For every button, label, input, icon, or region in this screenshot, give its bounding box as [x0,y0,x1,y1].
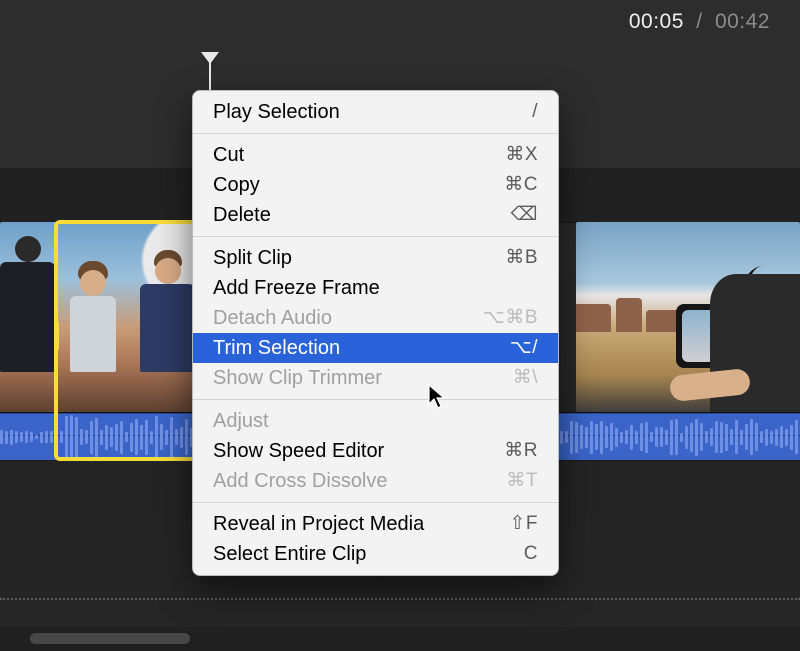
menu-item-shortcut: / [474,100,538,124]
menu-item-shortcut: ⌘X [474,143,538,167]
menu-separator [193,399,558,400]
menu-item-select-entire-clip[interactable]: Select Entire Clip C [193,539,558,569]
time-separator: / [690,10,708,33]
menu-item-adjust: Adjust [193,406,558,436]
menu-item-copy[interactable]: Copy ⌘C [193,170,558,200]
scrollbar-thumb[interactable] [30,633,190,644]
menu-item-add-cross-dissolve: Add Cross Dissolve ⌘T [193,466,558,496]
menu-item-label: Copy [213,173,260,197]
menu-item-label: Split Clip [213,246,292,270]
menu-item-shortcut: ⌘B [474,246,538,270]
timecode-readout: 00:05 / 00:42 [629,10,770,34]
menu-item-label: Select Entire Clip [213,542,366,566]
menu-item-shortcut: C [474,542,538,566]
menu-item-label: Cut [213,143,244,167]
menu-item-label: Play Selection [213,100,340,124]
menu-separator [193,236,558,237]
clip-thumbnail[interactable] [576,222,800,414]
menu-item-label: Detach Audio [213,306,332,330]
total-duration: 00:42 [715,10,770,33]
timeline-guide-line [0,598,800,600]
timeline-header: 00:05 / 00:42 [0,0,800,49]
menu-item-detach-audio: Detach Audio ⌥⌘B [193,303,558,333]
menu-item-shortcut: ⌥/ [474,336,538,360]
menu-item-shortcut: ⌘R [474,439,538,463]
menu-item-delete[interactable]: Delete ⌫ [193,200,558,230]
menu-separator [193,133,558,134]
menu-item-label: Trim Selection [213,336,340,360]
menu-item-label: Add Cross Dissolve [213,469,388,493]
menu-item-reveal-in-project-media[interactable]: Reveal in Project Media ⇧F [193,509,558,539]
timeline-scrollbar[interactable] [0,627,800,651]
menu-item-cut[interactable]: Cut ⌘X [193,140,558,170]
menu-item-label: Add Freeze Frame [213,276,380,300]
menu-item-shortcut: ⌘T [474,469,538,493]
clip-context-menu[interactable]: Play Selection / Cut ⌘X Copy ⌘C Delete ⌫ Split C… [192,90,559,576]
menu-item-label: Delete [213,203,271,227]
menu-item-play-selection[interactable]: Play Selection / [193,97,558,127]
menu-separator [193,502,558,503]
menu-item-label: Adjust [213,409,269,433]
menu-item-show-speed-editor[interactable]: Show Speed Editor ⌘R [193,436,558,466]
current-time: 00:05 [629,10,684,33]
menu-item-shortcut: ⌥⌘B [474,306,538,330]
menu-item-label: Show Clip Trimmer [213,366,382,390]
menu-item-shortcut: ⌫ [474,203,538,227]
menu-item-show-clip-trimmer: Show Clip Trimmer ⌘\ [193,363,558,393]
menu-item-split-clip[interactable]: Split Clip ⌘B [193,243,558,273]
menu-item-shortcut: ⇧F [474,512,538,536]
menu-item-label: Show Speed Editor [213,439,384,463]
menu-item-add-freeze-frame[interactable]: Add Freeze Frame [193,273,558,303]
menu-item-shortcut: ⌘C [474,173,538,197]
menu-item-trim-selection[interactable]: Trim Selection ⌥/ [193,333,558,363]
menu-item-shortcut: ⌘\ [474,366,538,390]
menu-item-label: Reveal in Project Media [213,512,424,536]
driver-graphic [710,274,800,414]
